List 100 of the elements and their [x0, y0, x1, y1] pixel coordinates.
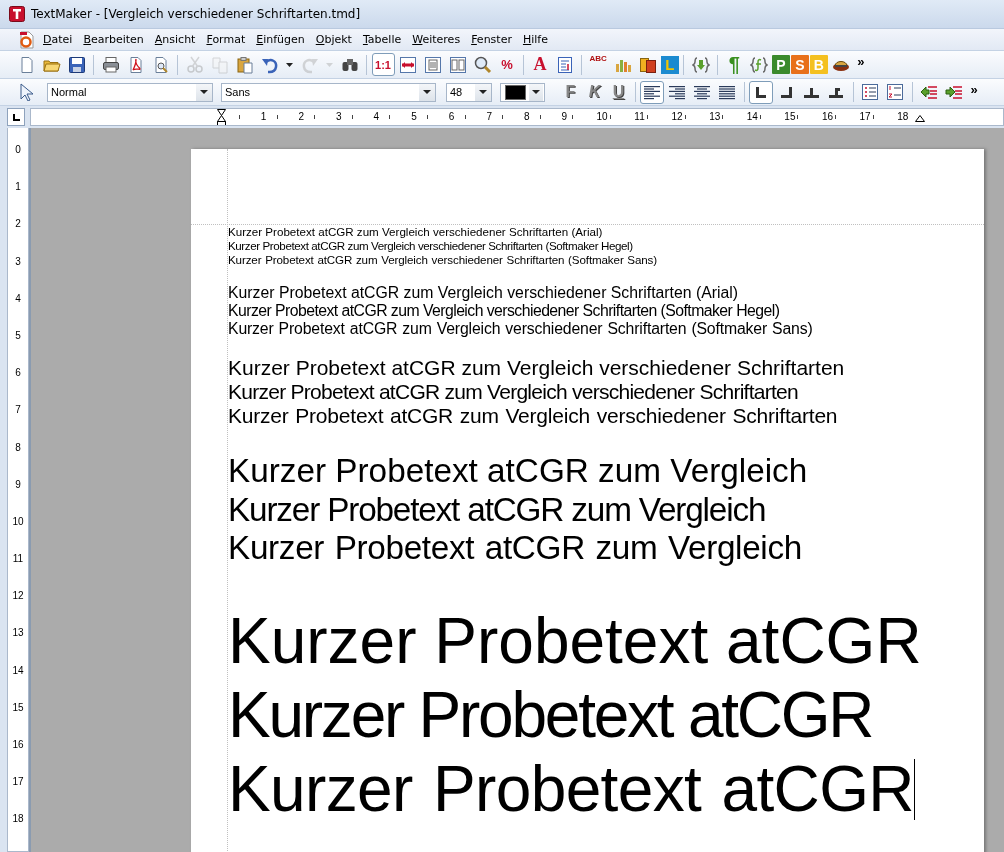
two-pages-icon [210, 55, 229, 74]
ruler-number: 8 [15, 441, 21, 454]
menu-item[interactable]: Format [202, 33, 253, 46]
text-line: Kurzer Probetext atCGR zum Vergleich verschiedener Schriftarten (Arial) [228, 225, 603, 238]
ruler-number: 18 [896, 112, 910, 122]
menu-item[interactable]: Ansicht [150, 33, 203, 46]
text-cursor [913, 759, 915, 821]
style-dropdown[interactable]: Normal [47, 82, 213, 102]
left-tab-icon [12, 113, 20, 121]
menu-item[interactable]: Datei [39, 33, 80, 46]
text-line: Kurzer Probetext atCGR zum Vergleich [228, 452, 808, 489]
numbered-list-icon [886, 83, 904, 101]
ruler-number: 9 [560, 112, 569, 122]
zoom-percent-button[interactable]: % [495, 53, 519, 76]
text-line: Kurzer Probetext atCGR zum Vergleich verschiedener Schriftarten (Softmaker Sans) [228, 320, 813, 337]
right-arrow-lines-icon [945, 83, 963, 101]
ruler-number: 8 [522, 112, 531, 122]
character-format-button[interactable]: A [528, 53, 552, 76]
text-line: Kurzer Probetext atCGR zum Vergleich verschiedener Schriftarten (Softmaker Hegel) [228, 239, 633, 252]
magnifier-icon [473, 55, 492, 74]
printer-icon [101, 55, 120, 74]
text-align-icon [693, 84, 711, 100]
mouse-pointer-icon [17, 83, 36, 101]
ruler-number: 0 [15, 144, 21, 156]
menu-item[interactable]: Einfügen [252, 33, 312, 46]
color-dropdown[interactable] [500, 82, 545, 102]
show-formatting-button[interactable]: ¶ [722, 53, 746, 76]
clipboard-icon [235, 55, 254, 74]
ruler-number: 7 [485, 112, 493, 122]
ruler-number: 5 [15, 329, 21, 342]
page-pilcrow-icon [555, 55, 574, 74]
text-line: Kurzer Probetext atCGR zum Vergleich verschiedener Schriftarten [228, 380, 798, 403]
ruler-number: 18 [12, 813, 24, 826]
ruler-number: 12 [12, 590, 24, 603]
left-tab-button[interactable] [749, 80, 773, 104]
text-line: Kurzer Probetext atCGR zum Vergleich verschiedener Schriftarten [228, 356, 845, 379]
more-tools-button[interactable]: » [967, 80, 981, 104]
ruler-number: 13 [708, 112, 722, 122]
ruler-number: 16 [12, 739, 24, 751]
ruler-number: 14 [12, 664, 24, 677]
page-lines-icon [423, 55, 442, 74]
ruler-number: 1 [259, 112, 268, 122]
ruler-number: 11 [633, 112, 646, 122]
left-arrow-lines-icon [920, 83, 938, 101]
spellcheck-button[interactable]: ABC [586, 53, 610, 76]
ruler-number: 3 [335, 112, 343, 122]
ruler-number: 6 [15, 367, 21, 380]
ruler-number: 11 [12, 553, 24, 566]
ruler-number: 12 [670, 112, 684, 122]
ruler-number: 3 [15, 255, 21, 268]
menu-item[interactable]: Objekt [311, 33, 359, 46]
text-align-icon [643, 84, 661, 100]
menu-item[interactable]: Bearbeiten [79, 33, 151, 46]
more-tools-button[interactable]: » [853, 53, 868, 76]
ruler-number: 10 [12, 515, 24, 528]
text-line: Kurzer Probetext atCGR zum Vergleich verschiedener Schriftarten (Softmaker Sans) [228, 253, 658, 266]
text-line: Kurzer Probetext atCGR [228, 752, 914, 825]
menu-item[interactable]: Hilfe [518, 33, 555, 46]
dropdown-arrow-icon [532, 90, 541, 94]
actual-size-button[interactable]: 1:1 [371, 53, 395, 76]
app-logo-icon [9, 6, 25, 22]
ruler-number: 2 [297, 112, 305, 122]
text-line: Kurzer Probetext atCGR zum Vergleich [228, 490, 766, 528]
menu-item[interactable]: Weiteres [408, 33, 468, 46]
ruler-number: 5 [410, 112, 418, 122]
ruler-number: 14 [745, 112, 759, 122]
p-button[interactable]: P [771, 55, 790, 74]
text-line: Kurzer Probetext atCGR [228, 678, 873, 751]
window-title: TextMaker - [Vergleich verschiedener Schriftarten.tmd] [31, 7, 361, 21]
font-size-dropdown[interactable]: 48 [446, 82, 492, 102]
text-line: Kurzer Probetext atCGR zum Vergleich [228, 529, 802, 566]
page-arrows-icon [398, 55, 417, 74]
font-dropdown[interactable]: Sans [221, 82, 436, 102]
ruler-number: 17 [12, 776, 24, 789]
ruler-number: 7 [15, 404, 21, 417]
text-line: Kurzer Probetext atCGR zum Vergleich verschiedener Schriftarten (Softmaker Hegel) [228, 302, 780, 319]
ruler-number: 2 [15, 218, 21, 231]
menu-item[interactable]: Tabelle [358, 33, 409, 46]
tab-type-button[interactable] [7, 108, 25, 126]
ruler-number: 10 [595, 112, 609, 122]
document-menu-icon [18, 30, 36, 49]
right-margin-marker-icon [914, 112, 925, 122]
ruler-number: 9 [15, 478, 21, 491]
text-align-icon [668, 84, 686, 100]
menu-item[interactable]: Fenster [467, 33, 519, 46]
text-line: Kurzer Probetext atCGR [228, 604, 922, 677]
books-icon [638, 55, 657, 74]
dropdown-arrow-icon [479, 90, 487, 94]
ruler-number: 4 [15, 292, 21, 305]
ruler-number: 15 [12, 701, 24, 714]
caret-icon [326, 62, 333, 67]
text-line: Kurzer Probetext atCGR zum Vergleich verschiedener Schriftarten (Arial) [228, 284, 739, 301]
two-columns-icon [448, 55, 467, 74]
ruler-number: 6 [447, 112, 456, 122]
align-left-button[interactable] [640, 80, 664, 104]
braces-arrow-icon [691, 55, 710, 74]
bullet-list-icon [861, 83, 879, 101]
ruler-number: 16 [820, 112, 835, 122]
dropdown-arrow-icon [423, 90, 431, 94]
dropdown-arrow-icon [200, 90, 208, 94]
